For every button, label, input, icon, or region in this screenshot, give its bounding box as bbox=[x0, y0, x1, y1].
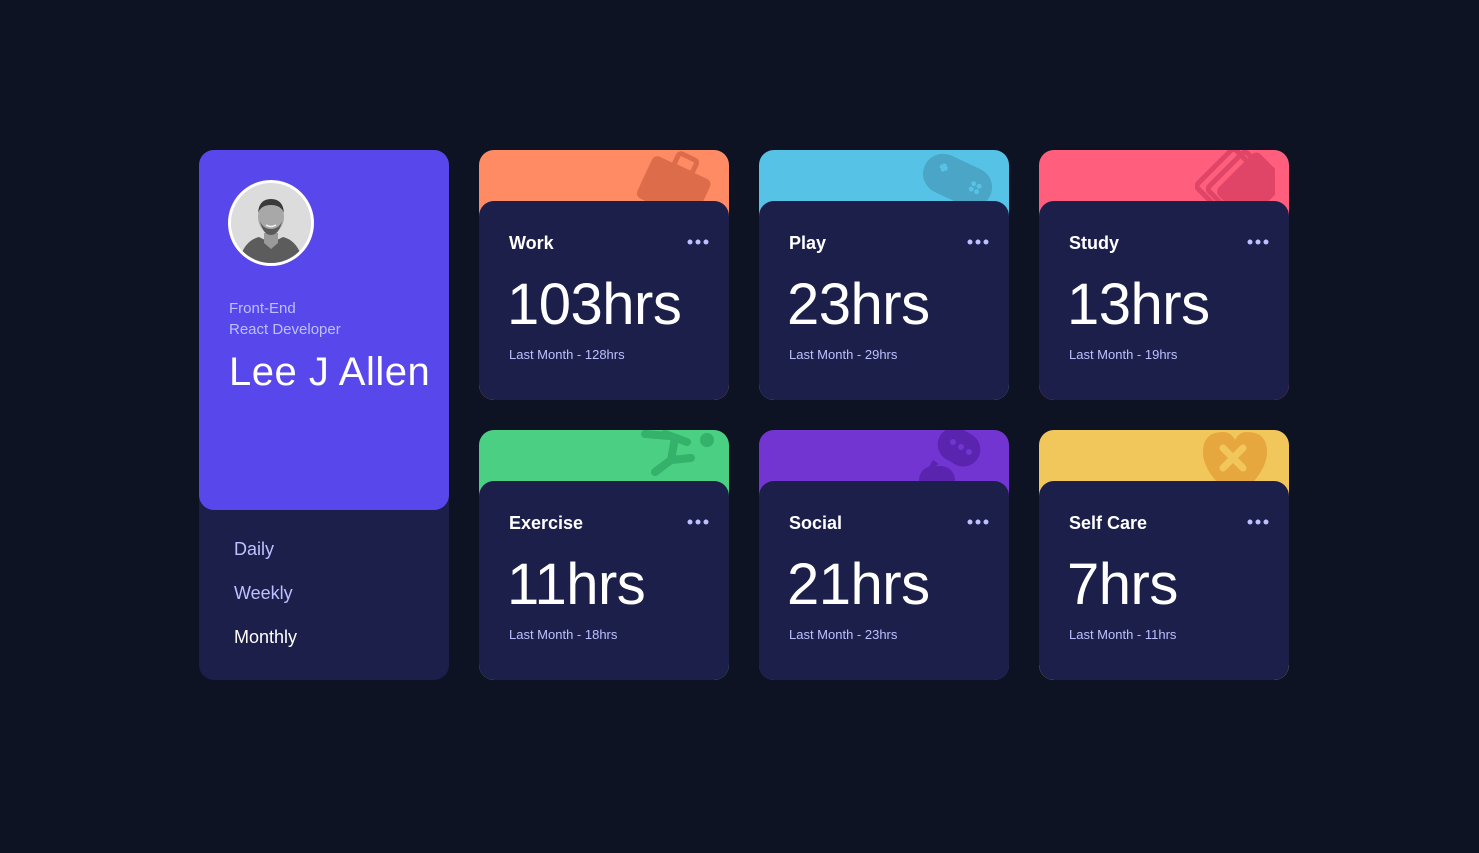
activity-card-social: Social 21hrs Last Month - 23hrs bbox=[759, 430, 1009, 680]
activity-card-study: Study 13hrs Last Month - 19hrs bbox=[1039, 150, 1289, 400]
avatar-image bbox=[231, 183, 311, 263]
ellipsis-icon[interactable] bbox=[1247, 517, 1269, 527]
activity-card-body: Self Care 7hrs Last Month - 11hrs bbox=[1039, 481, 1289, 680]
report-for: Front-End React Developer bbox=[229, 298, 429, 340]
current-hours: 7hrs bbox=[1067, 552, 1178, 617]
ellipsis-icon[interactable] bbox=[687, 237, 709, 247]
activity-title: Self Care bbox=[1069, 513, 1148, 533]
report-for-line-2: React Developer bbox=[229, 321, 341, 338]
ellipsis-icon[interactable] bbox=[967, 517, 989, 527]
ellipsis-icon[interactable] bbox=[687, 517, 709, 527]
previous-hours: Last Month - 18hrs bbox=[509, 627, 618, 642]
current-hours: 21hrs bbox=[787, 552, 930, 617]
activity-title: Work bbox=[509, 233, 554, 253]
current-hours: 103hrs bbox=[507, 272, 682, 337]
activity-card-body: Work 103hrs Last Month - 128hrs bbox=[479, 201, 729, 400]
activity-card-body: Study 13hrs Last Month - 19hrs bbox=[1039, 201, 1289, 400]
activity-title: Study bbox=[1069, 233, 1120, 253]
profile-header: Front-End React Developer Lee J Allen bbox=[199, 150, 449, 510]
activity-card-play: Play 23hrs Last Month - 29hrs bbox=[759, 150, 1009, 400]
ellipsis-icon[interactable] bbox=[1247, 237, 1269, 247]
activity-card-body: Social 21hrs Last Month - 23hrs bbox=[759, 481, 1009, 680]
avatar bbox=[228, 180, 314, 266]
activity-title: Social bbox=[789, 513, 843, 533]
timeframe-monthly[interactable]: Monthly bbox=[234, 626, 297, 648]
current-hours: 13hrs bbox=[1067, 272, 1210, 337]
ellipsis-icon[interactable] bbox=[967, 237, 989, 247]
report-for-line-1: Front-End bbox=[229, 300, 296, 317]
timeframe-selector: Daily Weekly Monthly bbox=[234, 538, 297, 670]
user-name: Lee J Allen bbox=[229, 350, 431, 394]
activity-card-work: Work 103hrs Last Month - 128hrs bbox=[479, 150, 729, 400]
profile-card: Front-End React Developer Lee J Allen Da… bbox=[199, 150, 449, 680]
previous-hours: Last Month - 128hrs bbox=[509, 347, 625, 362]
previous-hours: Last Month - 19hrs bbox=[1069, 347, 1178, 362]
activity-card-self-care: Self Care 7hrs Last Month - 11hrs bbox=[1039, 430, 1289, 680]
previous-hours: Last Month - 23hrs bbox=[789, 627, 898, 642]
activity-title: Play bbox=[789, 233, 827, 253]
current-hours: 11hrs bbox=[507, 552, 646, 617]
activity-title: Exercise bbox=[509, 513, 584, 533]
current-hours: 23hrs bbox=[787, 272, 930, 337]
timeframe-weekly[interactable]: Weekly bbox=[234, 582, 297, 604]
previous-hours: Last Month - 29hrs bbox=[789, 347, 898, 362]
dashboard: Front-End React Developer Lee J Allen Da… bbox=[199, 150, 1289, 680]
previous-hours: Last Month - 11hrs bbox=[1069, 627, 1177, 642]
activity-card-body: Play 23hrs Last Month - 29hrs bbox=[759, 201, 1009, 400]
activity-card-exercise: Exercise 11hrs Last Month - 18hrs bbox=[479, 430, 729, 680]
activity-card-body: Exercise 11hrs Last Month - 18hrs bbox=[479, 481, 729, 680]
timeframe-daily[interactable]: Daily bbox=[234, 538, 297, 560]
